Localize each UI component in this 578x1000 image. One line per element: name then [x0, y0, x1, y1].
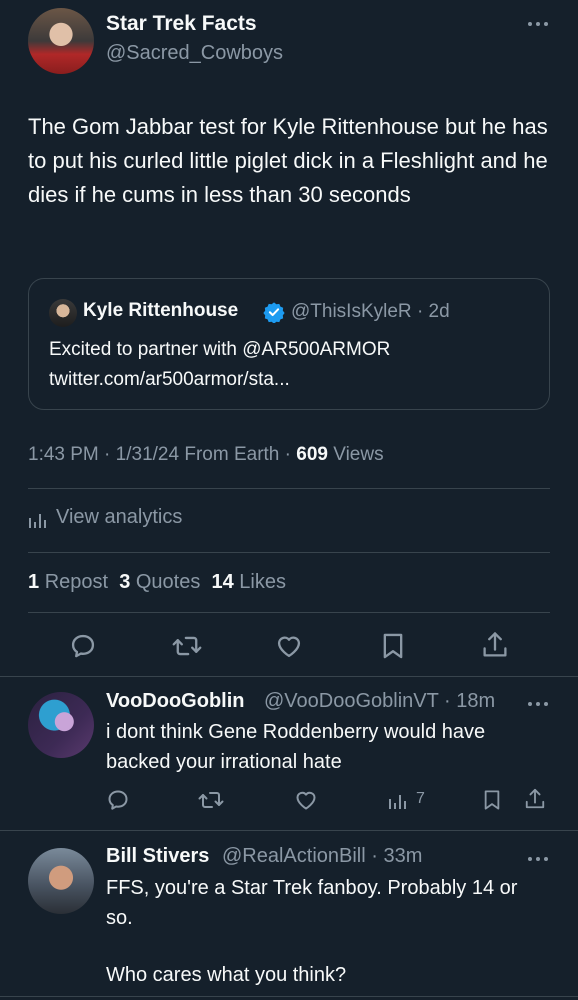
- analytics-icon: [29, 514, 46, 528]
- author-name[interactable]: Star Trek Facts: [106, 12, 257, 36]
- author-avatar[interactable]: [28, 8, 94, 74]
- tweet-meta: 1:43 PM · 1/31/24 From Earth · 609 Views: [28, 444, 384, 466]
- tweet-stats: 1 Repost 3 Quotes 14 Likes: [28, 571, 286, 594]
- share-icon[interactable]: [524, 786, 546, 812]
- tweet-date[interactable]: 1/31/24: [116, 444, 179, 465]
- reply-age: 33m: [383, 845, 423, 867]
- repost-icon[interactable]: [172, 632, 202, 660]
- quotes-label: Quotes: [135, 571, 201, 593]
- reposts-stat[interactable]: 1 Repost: [28, 571, 108, 593]
- reply-text: i dont think Gene Roddenberry would have…: [106, 721, 486, 773]
- analytics-icon: [389, 795, 406, 809]
- separator: ·: [284, 444, 291, 465]
- view-analytics-link[interactable]: View analytics: [28, 506, 228, 532]
- reply-views[interactable]: 7: [388, 788, 438, 812]
- author-handle[interactable]: @Sacred_Cowboys: [106, 42, 283, 65]
- verified-icon: [263, 302, 285, 323]
- reply-icon[interactable]: [69, 632, 97, 660]
- reply-author-name[interactable]: Bill Stivers: [106, 845, 209, 868]
- tweet-time[interactable]: 1:43 PM: [28, 444, 99, 465]
- more-icon[interactable]: [524, 16, 552, 32]
- quote-text: Excited to partner with @AR500ARMOR twit…: [49, 339, 391, 390]
- reply-author-avatar[interactable]: [28, 848, 94, 914]
- separator: ·: [104, 444, 111, 465]
- more-icon[interactable]: [524, 851, 552, 867]
- reply-author-name[interactable]: VooDooGoblin: [106, 690, 245, 713]
- divider: [28, 612, 550, 613]
- reply-author-avatar[interactable]: [28, 692, 94, 758]
- quotes-stat[interactable]: 3 Quotes: [119, 571, 200, 593]
- quote-author-avatar: [49, 299, 77, 327]
- reply-text: FFS, you're a Star Trek fanboy. Probably…: [106, 877, 518, 929]
- divider: [28, 552, 550, 553]
- quote-author-handle: @ThisIsKyleR · 2d: [291, 301, 450, 323]
- heart-icon[interactable]: [275, 632, 303, 660]
- views-count: 609: [296, 444, 328, 465]
- likes-stat[interactable]: 14 Likes: [211, 571, 286, 593]
- reply-author-handle: @VooDooGoblinVT · 18m: [264, 690, 495, 713]
- divider: [28, 488, 550, 489]
- reply-views-count: 7: [416, 790, 425, 807]
- separator: ·: [371, 845, 378, 867]
- likes-count: 14: [211, 571, 234, 593]
- reply-handle-text[interactable]: @RealActionBill: [222, 845, 366, 867]
- bookmark-icon[interactable]: [380, 632, 406, 660]
- separator: ·: [416, 301, 424, 322]
- repost-icon[interactable]: [198, 788, 224, 812]
- quote-author-name: Kyle Rittenhouse: [83, 300, 239, 321]
- share-icon[interactable]: [481, 630, 509, 660]
- bookmark-icon[interactable]: [482, 788, 502, 812]
- tweet-source: From Earth: [184, 444, 280, 465]
- quoted-tweet[interactable]: Kyle Rittenhouse @ThisIsKyleR · 2d Excit…: [28, 278, 550, 410]
- reposts-label: Repost: [44, 571, 109, 593]
- likes-label: Likes: [239, 571, 286, 593]
- quote-handle-text: @ThisIsKyleR: [291, 301, 412, 322]
- divider: [0, 830, 578, 831]
- reply-age: 18m: [456, 690, 496, 712]
- tweet-text: The Gom Jabbar test for Kyle Rittenhouse…: [28, 114, 548, 207]
- divider: [0, 676, 578, 677]
- separator: ·: [444, 690, 451, 712]
- quote-age: 2d: [428, 301, 450, 322]
- reply-text: Who cares what you think?: [106, 964, 347, 986]
- analytics-label: View analytics: [56, 506, 183, 528]
- views-label: Views: [333, 444, 384, 465]
- divider: [0, 996, 578, 997]
- more-icon[interactable]: [524, 696, 552, 712]
- quotes-count: 3: [119, 571, 131, 593]
- heart-icon[interactable]: [294, 788, 318, 812]
- reposts-count: 1: [28, 571, 40, 593]
- reply-handle-text[interactable]: @VooDooGoblinVT: [264, 690, 438, 712]
- reply-icon[interactable]: [106, 788, 130, 812]
- reply-author-handle: @RealActionBill · 33m: [222, 845, 422, 868]
